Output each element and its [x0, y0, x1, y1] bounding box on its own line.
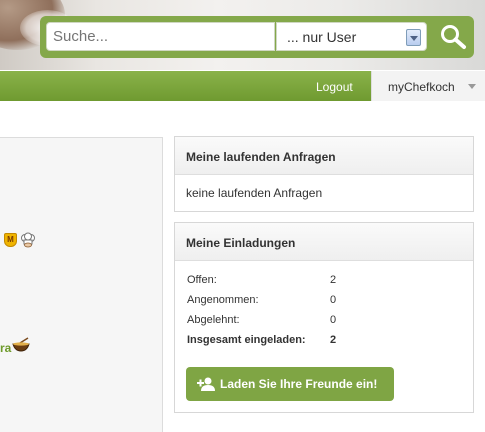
mychefkoch-label: myChefkoch — [388, 80, 455, 94]
invitation-stats: Offen: 2 Angenommen: 0 Abgelehnt: 0 Insg… — [187, 274, 387, 354]
header: ... nur User — [0, 0, 485, 70]
search-icon — [441, 25, 466, 49]
running-requests-title: Meine laufenden Anfragen — [175, 137, 473, 175]
select-arrow-icon[interactable] — [406, 29, 421, 46]
running-requests-card: Meine laufenden Anfragen keine laufenden… — [174, 136, 474, 212]
left-content-panel — [0, 137, 163, 432]
add-user-icon — [197, 377, 215, 391]
main-nav-bar: Logout myChefkoch — [0, 71, 485, 101]
running-requests-empty: keine laufenden Anfragen — [186, 186, 323, 200]
stat-row-open: Offen: 2 — [187, 274, 337, 286]
invite-friends-label: Laden Sie Ihre Freunde ein! — [220, 377, 378, 391]
logout-link[interactable]: Logout — [316, 80, 353, 94]
cooking-bowl-icon — [12, 337, 30, 352]
search-scope-select[interactable]: ... nur User — [276, 22, 427, 51]
search-bar: ... nur User — [40, 16, 474, 58]
stat-row-total: Insgesamt eingeladen: 2 — [187, 334, 337, 346]
caret-down-icon — [468, 84, 476, 89]
stat-row-accepted: Angenommen: 0 — [187, 294, 337, 306]
invitations-card: Meine Einladungen Offen: 2 Angenommen: 0… — [174, 222, 474, 413]
moderator-badge-icon: M — [4, 233, 17, 247]
invitations-title: Meine Einladungen — [175, 223, 473, 261]
search-scope-value: ... nur User — [287, 29, 357, 45]
search-button[interactable] — [434, 16, 474, 58]
search-input[interactable] — [46, 22, 275, 51]
chef-hat-icon — [21, 232, 35, 248]
stat-row-declined: Abgelehnt: 0 — [187, 314, 337, 326]
member-name-fragment[interactable]: ra — [0, 341, 11, 355]
mychefkoch-menu[interactable]: myChefkoch — [371, 71, 485, 101]
invite-friends-button[interactable]: Laden Sie Ihre Freunde ein! — [186, 367, 394, 401]
